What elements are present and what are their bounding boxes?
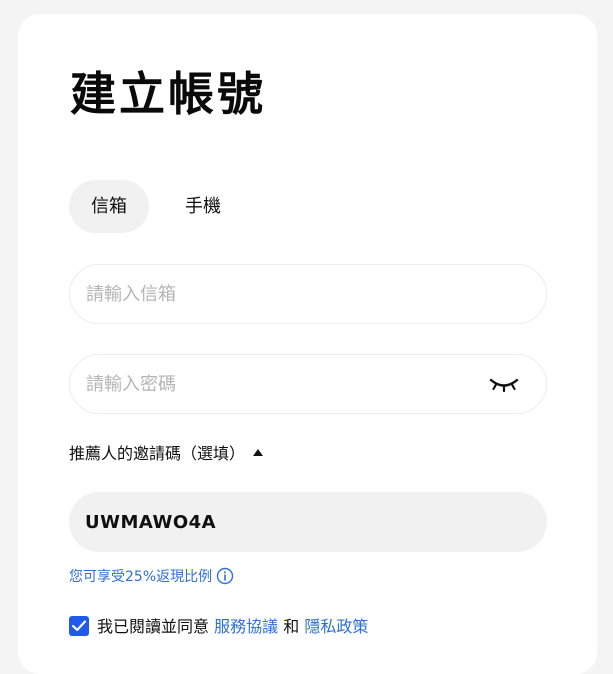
rebate-text: 您可享受25%返現比例 [69, 569, 213, 585]
referral-code-input[interactable] [85, 492, 505, 552]
agreement-conjunction: 和 [283, 617, 300, 636]
email-field-wrapper [69, 264, 547, 324]
signup-card: 建立帳號 信箱 手機 推薦人的邀請碼（選填） 您可享受25%返現比例 [18, 14, 597, 674]
agreement-checkbox[interactable] [69, 616, 89, 636]
rebate-info: 您可享受25%返現比例 [69, 566, 234, 592]
agreement-prefix: 我已閱讀並同意 [97, 617, 210, 636]
terms-link[interactable]: 服務協議 [214, 617, 278, 636]
caret-up-icon [253, 449, 264, 456]
email-input[interactable] [86, 265, 466, 323]
privacy-link[interactable]: 隱私政策 [304, 617, 368, 636]
eye-closed-icon[interactable] [488, 372, 520, 396]
referral-code-field [69, 492, 547, 552]
page-title: 建立帳號 [70, 67, 266, 121]
tab-phone[interactable]: 手機 [165, 180, 241, 233]
referral-toggle-label: 推薦人的邀請碼（選填） [69, 444, 246, 463]
agreement-row: 我已閱讀並同意 服務協議 和 隱私政策 [69, 616, 368, 638]
info-icon[interactable] [216, 567, 234, 592]
tab-email[interactable]: 信箱 [69, 180, 149, 233]
password-input[interactable] [86, 355, 466, 413]
password-field-wrapper [69, 354, 547, 414]
referral-code-toggle[interactable]: 推薦人的邀請碼（選填） [69, 442, 264, 466]
